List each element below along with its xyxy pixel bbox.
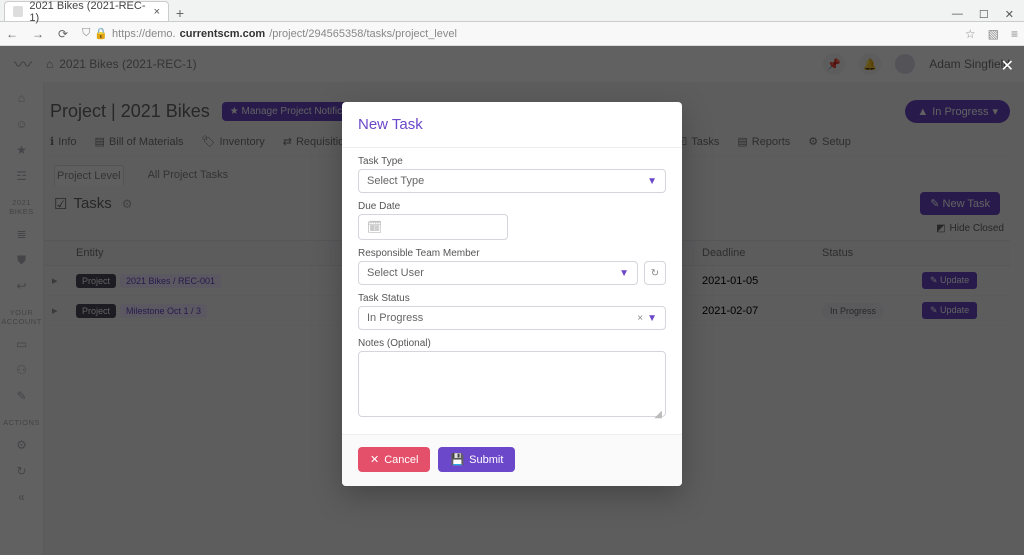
notes-label: Notes (Optional) <box>358 338 666 349</box>
chevron-down-icon: ▼ <box>647 176 657 187</box>
new-task-modal: New Task Task Type Select Type ▼ Due Dat… <box>342 102 682 486</box>
favicon-icon <box>13 6 23 17</box>
nav-reload-icon[interactable]: ⟳ <box>58 27 68 41</box>
refresh-users-button[interactable]: ↻ <box>644 261 666 285</box>
window-close[interactable]: ✕ <box>1005 8 1014 21</box>
window-controls: — ☐ ✕ <box>952 8 1024 21</box>
browser-tab-strip: 2021 Bikes (2021-REC-1) × + — ☐ ✕ <box>0 0 1024 22</box>
notes-textarea[interactable] <box>358 351 666 417</box>
responsible-select[interactable]: Select User ▼ <box>358 261 638 285</box>
task-type-label: Task Type <box>358 156 666 167</box>
browser-toolbar: ← → ⟳ ⛉ 🔒 https://demo. currentscm.com/pr… <box>0 22 1024 46</box>
tab-title: 2021 Bikes (2021-REC-1) <box>29 0 147 24</box>
responsible-value: Select User <box>367 267 424 279</box>
task-status-value: In Progress <box>367 312 423 324</box>
menu-icon[interactable]: ≡ <box>1011 27 1018 41</box>
extensions-icon[interactable]: ▧ <box>988 27 999 41</box>
task-type-select[interactable]: Select Type ▼ <box>358 169 666 193</box>
task-type-value: Select Type <box>367 175 424 187</box>
new-tab-button[interactable]: + <box>169 5 191 21</box>
bookmark-icon[interactable]: ☆ <box>965 27 976 41</box>
due-date-input[interactable]: 🗓 <box>358 214 508 240</box>
submit-button[interactable]: 💾 Submit <box>438 447 515 472</box>
nav-forward-icon[interactable]: → <box>32 27 44 41</box>
responsible-label: Responsible Team Member <box>358 248 666 259</box>
lock-icon: 🔒 <box>94 27 108 40</box>
browser-tab[interactable]: 2021 Bikes (2021-REC-1) × <box>4 1 169 21</box>
nav-back-icon[interactable]: ← <box>6 27 18 41</box>
calendar-icon: 🗓 <box>367 220 382 234</box>
window-minimize[interactable]: — <box>952 8 963 21</box>
shield-icon: ⛉ <box>82 27 90 40</box>
chevron-down-icon: ▼ <box>619 268 629 279</box>
address-bar[interactable]: ⛉ 🔒 https://demo. currentscm.com/project/… <box>82 27 951 40</box>
url-host: currentscm.com <box>180 28 266 40</box>
task-status-label: Task Status <box>358 293 666 304</box>
modal-backdrop-close-icon[interactable]: ✕ <box>1001 56 1014 76</box>
task-status-select[interactable]: In Progress × ▼ <box>358 306 666 330</box>
due-date-label: Due Date <box>358 201 666 212</box>
clear-status-icon[interactable]: × <box>637 313 643 324</box>
cancel-button[interactable]: ✕ Cancel <box>358 447 430 472</box>
window-maximize[interactable]: ☐ <box>979 8 989 21</box>
modal-title: New Task <box>342 102 682 148</box>
tab-close-icon[interactable]: × <box>154 6 160 18</box>
url-prefix: https://demo. <box>112 28 176 40</box>
chevron-down-icon: ▼ <box>647 313 657 324</box>
url-path: /project/294565358/tasks/project_level <box>269 28 457 40</box>
